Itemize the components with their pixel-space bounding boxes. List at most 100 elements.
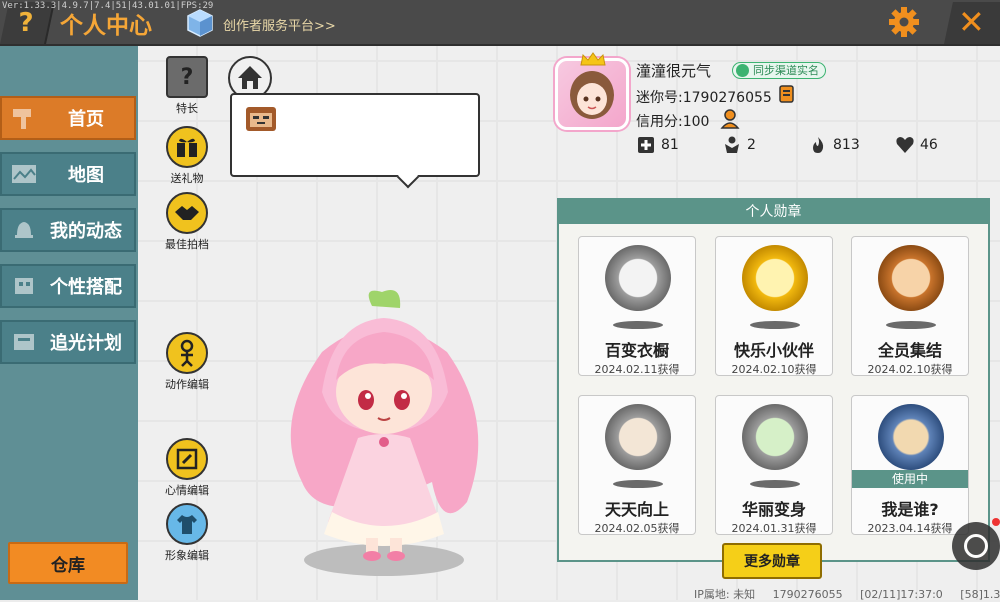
nickname: 潼潼很元气: [636, 62, 712, 80]
medal-name: 天天向上: [604, 500, 669, 519]
medal-shadow: [886, 321, 936, 329]
handshake-icon: [166, 192, 208, 234]
fans-person-icon: [725, 136, 739, 153]
look-edit-button[interactable]: 形象编辑: [142, 503, 232, 563]
medal-shadow: [750, 321, 800, 329]
medal-date: 2023.04.14获得: [867, 522, 953, 535]
question-block-icon: ?: [166, 56, 208, 98]
realname-badge-label: 同步渠道实名: [753, 64, 819, 77]
sidebar-item-label: 我的动态: [50, 221, 122, 242]
close-icon[interactable]: ✕: [958, 2, 985, 42]
player-character-illustration: [290, 290, 479, 576]
sidebar-item-moments[interactable]: 我的动态: [0, 208, 136, 252]
medal-shadow: [613, 480, 663, 488]
sidebar-item-label: 追光计划: [50, 333, 122, 354]
help-icon: ?: [18, 8, 35, 38]
flame-icon: [813, 137, 824, 153]
medal-name: 全员集结: [877, 341, 942, 360]
specialty-button[interactable]: ? 特长: [142, 56, 232, 116]
stat-likes[interactable]: 46: [895, 136, 938, 154]
speech-bubble: [230, 93, 480, 177]
medal-card[interactable]: 使用中 我是谁? 2023.04.14获得: [851, 395, 969, 535]
floating-chat-button[interactable]: [952, 522, 1000, 570]
send-gift-button[interactable]: 送礼物: [142, 126, 232, 186]
medal-panel: 个人勋章 百变衣橱 2024.02.11获得 快乐小伙伴 2024.02.10获…: [557, 198, 990, 562]
realname-badge[interactable]: 同步渠道实名: [732, 62, 826, 79]
who-am-i-medal-icon: [878, 404, 944, 470]
cube-icon: [4, 268, 44, 304]
stat-hot[interactable]: 813: [808, 136, 860, 154]
plan-icon: [4, 324, 44, 360]
medal-card[interactable]: 华丽变身 2024.01.31获得: [715, 395, 833, 535]
medal-shadow: [750, 480, 800, 488]
page-title: 个人中心: [60, 13, 152, 39]
specialty-label: 特长: [176, 102, 198, 115]
daily-up-medal-icon: [605, 404, 671, 470]
avatar[interactable]: [555, 58, 629, 130]
copy-icon[interactable]: [777, 84, 797, 104]
stat-fans[interactable]: 2: [722, 136, 756, 154]
wardrobe-medal-icon: [605, 245, 671, 311]
map-icon: [4, 156, 44, 192]
medal-name: 华丽变身: [741, 500, 806, 519]
mood-edit-button[interactable]: 心情编辑: [142, 438, 232, 498]
medal-name: 快乐小伙伴: [733, 341, 814, 360]
medal-card[interactable]: 天天向上 2024.02.05获得: [578, 395, 696, 535]
avatar-face-icon: [246, 107, 276, 131]
happy-buddy-medal-icon: [742, 245, 808, 311]
medal-name: 百变衣橱: [604, 341, 669, 360]
home-icon: [238, 66, 262, 89]
more-medals-button[interactable]: 更多勋章: [722, 543, 822, 579]
medal-date: 2024.02.11获得: [594, 363, 680, 376]
crown-icon: [580, 52, 606, 66]
creator-cube-icon[interactable]: [186, 8, 214, 38]
medal-name: 我是谁?: [881, 500, 939, 519]
footer-uid: 1790276055: [772, 588, 843, 601]
stat-plus-value: 81: [661, 137, 679, 153]
hammer-icon: [4, 100, 44, 136]
medal-date: 2024.02.10获得: [867, 363, 953, 376]
look-edit-label: 形象编辑: [165, 549, 209, 562]
bell-icon: [4, 212, 44, 248]
heart-icon: [896, 137, 914, 153]
medal-card[interactable]: 快乐小伙伴 2024.02.10获得: [715, 236, 833, 376]
medal-date: 2024.02.05获得: [594, 522, 680, 535]
sidebar-item-plan[interactable]: 追光计划: [0, 320, 136, 364]
sidebar-item-home[interactable]: 首页: [0, 96, 136, 140]
mini-id: 迷你号:1790276055: [636, 90, 772, 106]
sidebar-item-map[interactable]: 地图: [0, 152, 136, 196]
creator-platform-link[interactable]: 创作者服务平台>>: [223, 15, 336, 34]
transform-medal-icon: [742, 404, 808, 470]
action-edit-button[interactable]: 动作编辑: [142, 332, 232, 392]
avatar-portrait-icon: [570, 71, 614, 119]
footer-build: [58]1.33.3: [960, 588, 1000, 601]
credit-user-icon[interactable]: [720, 109, 742, 129]
sidebar-item-outfit[interactable]: 个性搭配: [0, 264, 136, 308]
sidebar-item-label: 个性搭配: [50, 277, 122, 298]
person-check-icon: [736, 64, 749, 77]
medal-panel-title: 个人勋章: [559, 200, 988, 224]
edit-pencil-icon: [166, 438, 208, 480]
medal-card[interactable]: 全员集结 2024.02.10获得: [851, 236, 969, 376]
medal-shadow: [613, 321, 663, 329]
ip-location: IP属地: 未知: [694, 588, 756, 601]
shirt-icon: [166, 503, 208, 545]
warehouse-button[interactable]: 仓库: [8, 542, 128, 584]
sidebar-item-label: 首页: [68, 109, 104, 130]
send-gift-label: 送礼物: [170, 172, 204, 185]
sidebar-item-label: 地图: [68, 165, 104, 186]
gift-icon: [166, 126, 208, 168]
stat-hot-value: 813: [833, 137, 860, 153]
in-use-badge: 使用中: [852, 470, 968, 488]
medal-date: 2024.01.31获得: [731, 522, 817, 535]
medal-card[interactable]: 百变衣橱 2024.02.11获得: [578, 236, 696, 376]
action-edit-label: 动作编辑: [165, 378, 209, 391]
footer-time: [02/11]17:37:0: [860, 588, 943, 601]
gear-icon[interactable]: [882, 2, 926, 42]
stat-fans-value: 2: [747, 137, 756, 153]
stat-plus[interactable]: 81: [636, 136, 679, 154]
best-partner-button[interactable]: 最佳拍档: [142, 192, 232, 252]
top-bar: ? Ver:1.33.3|4.9.7|7.4|51|43.01.01|FPS:2…: [0, 0, 1000, 46]
action-figure-icon: [166, 332, 208, 374]
plus-box-icon: [638, 137, 654, 153]
